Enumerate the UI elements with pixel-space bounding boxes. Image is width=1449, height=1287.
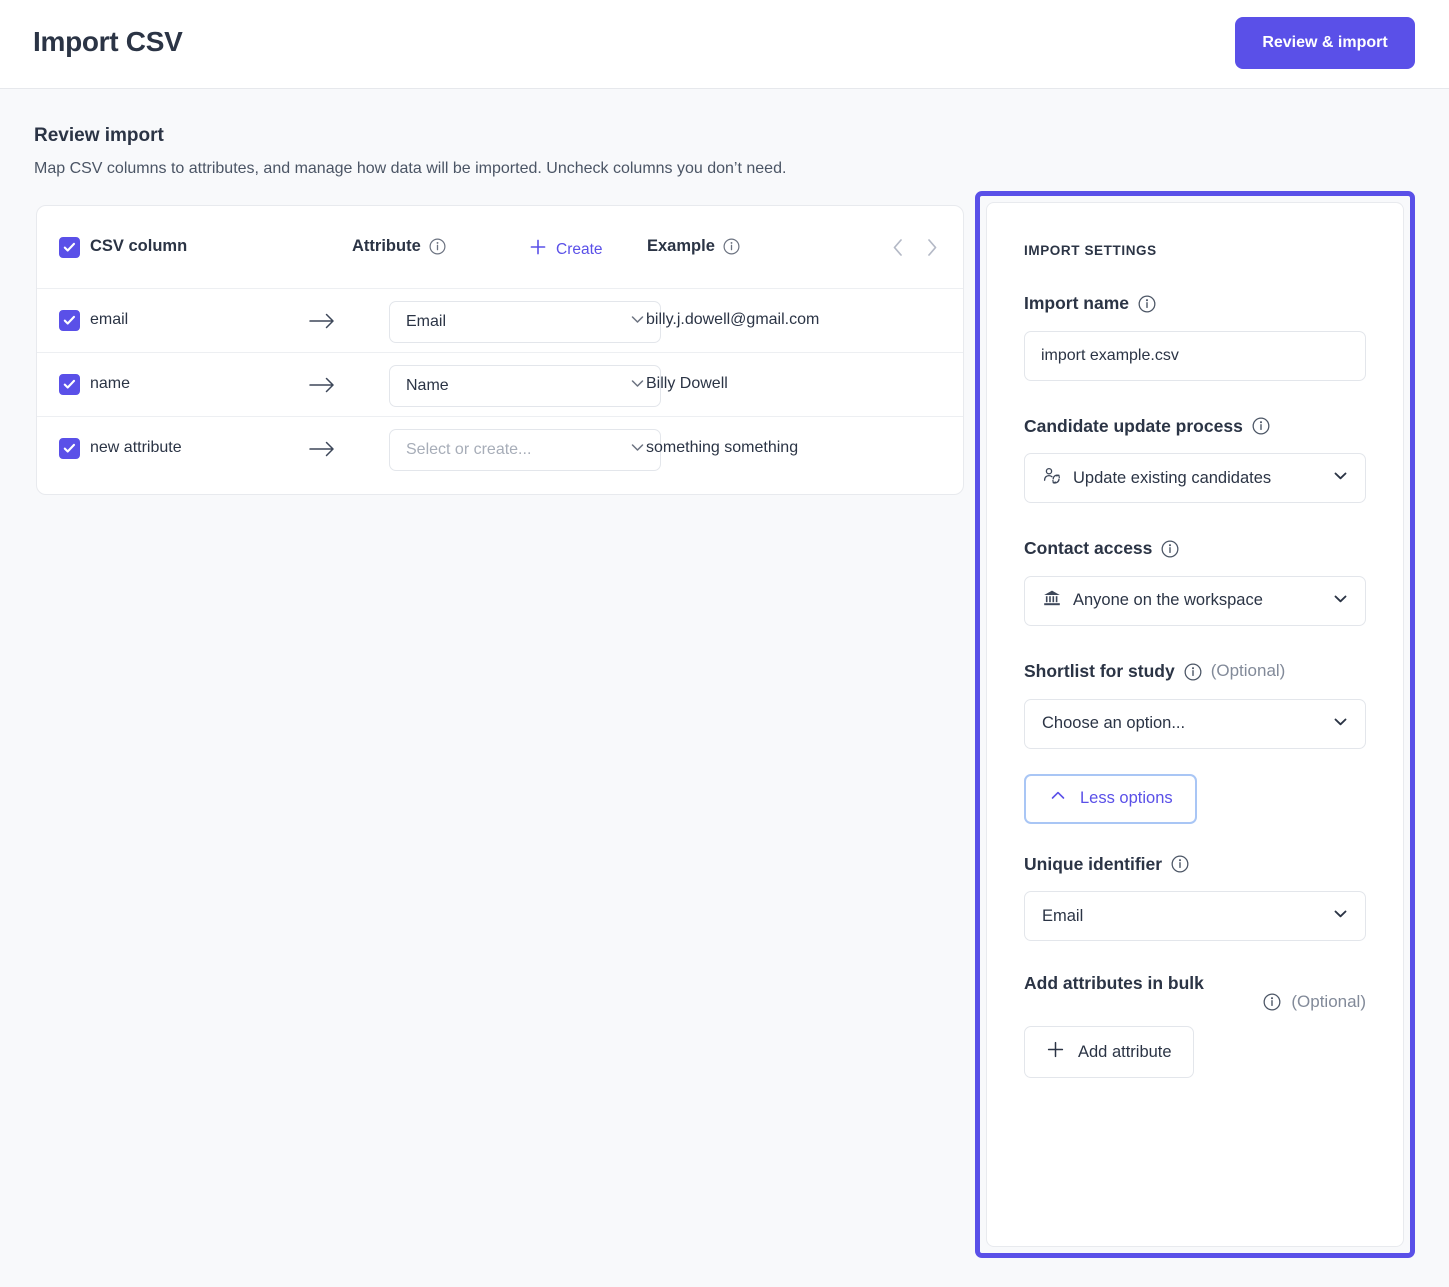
map-arrow-icon <box>309 312 337 335</box>
less-options-label: Less options <box>1080 789 1173 807</box>
header-attribute: Attribute <box>352 237 421 255</box>
optional-tag: (Optional) <box>1291 992 1366 1012</box>
info-icon[interactable] <box>1263 993 1281 1011</box>
example-value: something something <box>646 439 799 456</box>
row-checkbox[interactable] <box>59 438 80 459</box>
candidate-update-label: Candidate update process <box>1024 415 1366 439</box>
contact-access-value: Anyone on the workspace <box>1073 591 1263 610</box>
import-settings-highlight: IMPORT SETTINGS Import name Candidate up… <box>975 191 1415 1258</box>
mapping-table-header: CSV column Attribute Create Example <box>37 206 963 289</box>
shortlist-select[interactable]: Choose an option... <box>1024 698 1366 749</box>
attribute-value: Name <box>406 377 449 394</box>
example-value: billy.j.dowell@gmail.com <box>646 311 820 328</box>
previous-example-button[interactable] <box>889 237 908 263</box>
next-example-button[interactable] <box>922 237 941 263</box>
candidate-update-select[interactable]: Update existing candidates <box>1024 453 1366 504</box>
info-icon[interactable] <box>429 238 446 255</box>
example-value: Billy Dowell <box>646 375 728 392</box>
import-name-label: Import name <box>1024 292 1366 316</box>
chevron-down-icon <box>628 310 647 334</box>
table-row: name Name Billy Dowell <box>37 353 963 417</box>
plus-icon <box>529 238 547 261</box>
map-arrow-icon <box>309 440 337 463</box>
chevron-down-icon <box>1331 589 1350 613</box>
shortlist-value: Choose an option... <box>1042 714 1186 732</box>
shortlist-label: Shortlist for study (Optional) <box>1024 660 1366 684</box>
plus-icon <box>1046 1040 1065 1064</box>
import-name-input[interactable] <box>1024 330 1366 381</box>
add-attribute-button[interactable]: Add attribute <box>1024 1026 1194 1079</box>
chevron-down-icon <box>1331 712 1350 736</box>
import-settings-panel: IMPORT SETTINGS Import name Candidate up… <box>986 202 1404 1247</box>
candidate-update-value: Update existing candidates <box>1073 468 1272 487</box>
csv-column-name: email <box>90 311 129 328</box>
attribute-value: Email <box>406 313 447 330</box>
map-arrow-icon <box>309 376 337 399</box>
csv-column-name: name <box>90 375 131 392</box>
attribute-value: Select or create... <box>406 441 532 458</box>
unique-identifier-select[interactable]: Email <box>1024 891 1366 942</box>
info-icon[interactable] <box>1161 540 1179 558</box>
header-example: Example <box>647 237 715 255</box>
chevron-down-icon <box>628 438 647 462</box>
page-title: Import CSV <box>33 26 183 57</box>
info-icon[interactable] <box>1252 417 1270 435</box>
info-icon[interactable] <box>1184 663 1202 681</box>
select-all-checkbox[interactable] <box>59 237 80 258</box>
bank-icon <box>1042 588 1062 613</box>
info-icon[interactable] <box>1171 855 1189 873</box>
chevron-down-icon <box>1331 904 1350 928</box>
header-csv-column: CSV column <box>90 237 188 255</box>
attribute-select[interactable]: Email <box>389 301 661 343</box>
optional-tag: (Optional) <box>1210 661 1286 681</box>
app-header: Import CSV Review & import <box>0 0 1449 89</box>
attribute-select[interactable]: Select or create... <box>389 429 661 471</box>
info-icon[interactable] <box>723 238 740 255</box>
table-row: email Email billy.j.dowell@gmail.com <box>37 289 963 353</box>
section-description: Map CSV columns to attributes, and manag… <box>34 160 787 177</box>
add-attribute-label: Add attribute <box>1078 1042 1172 1061</box>
unique-identifier-label: Unique identifier <box>1024 853 1366 877</box>
unique-identifier-value: Email <box>1042 906 1084 925</box>
contact-access-label: Contact access <box>1024 537 1366 561</box>
less-options-button[interactable]: Less options <box>1024 773 1197 824</box>
bulk-attributes-label: Add attributes in bulk <box>1024 973 1204 994</box>
column-mapping-card: CSV column Attribute Create Example emai… <box>36 205 964 495</box>
attribute-select[interactable]: Name <box>389 365 661 407</box>
table-row: new attribute Select or create... someth… <box>37 417 963 481</box>
chevron-down-icon <box>628 374 647 398</box>
user-sync-icon <box>1042 466 1062 491</box>
row-checkbox[interactable] <box>59 374 80 395</box>
chevron-up-icon <box>1048 786 1068 811</box>
create-attribute-button[interactable]: Create <box>529 238 603 261</box>
info-icon[interactable] <box>1138 295 1156 313</box>
main-content: Review import Map CSV columns to attribu… <box>0 89 1449 1287</box>
section-heading: Review import <box>34 125 164 146</box>
row-checkbox[interactable] <box>59 310 80 331</box>
review-and-import-button[interactable]: Review & import <box>1235 17 1415 69</box>
import-settings-heading: IMPORT SETTINGS <box>1024 243 1157 258</box>
create-label: Create <box>556 240 603 258</box>
csv-column-name: new attribute <box>90 439 182 456</box>
contact-access-select[interactable]: Anyone on the workspace <box>1024 575 1366 626</box>
chevron-down-icon <box>1331 466 1350 490</box>
